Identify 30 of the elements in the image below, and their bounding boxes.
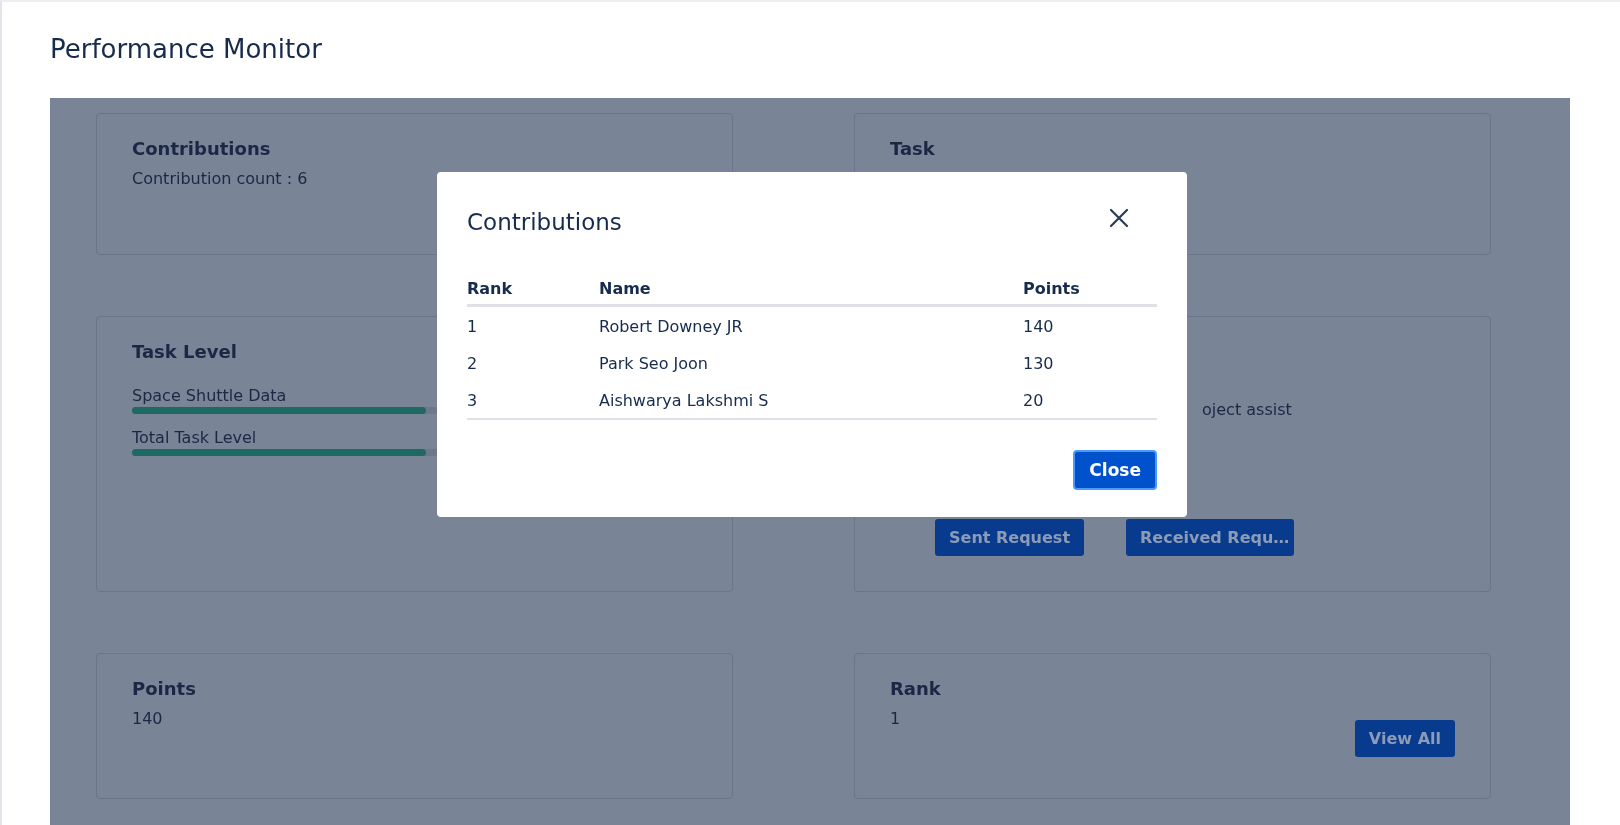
card-text: Contribution count : 6 [132,169,308,188]
card-text: 140 [132,709,163,728]
table-cell: 140 [1023,305,1157,344]
request-button[interactable]: Received Requ… [1126,519,1295,556]
table-cell: Robert Downey JR [599,305,1023,344]
close-button[interactable]: Close [1073,450,1157,490]
level-label: Total Task Level [132,428,257,447]
table-cell-text: 130 [1023,353,1055,375]
table-cell-text: Park Seo Joon [599,353,709,375]
card-text: 1 [890,709,901,728]
level-label: Space Shuttle Data [132,386,287,405]
card-title: Task [890,138,935,159]
card-title: Points [132,678,196,699]
card-title: Task Level [132,341,237,362]
column-header: Rank [467,275,599,306]
card-title: Contributions [132,138,271,159]
column-header: Points [1023,275,1157,306]
table-cell: 20 [1023,381,1157,419]
table-cell: Aishwarya Lakshmi S [599,381,1023,419]
close-icon[interactable] [1109,208,1129,228]
request-button[interactable]: Sent Request [935,519,1085,556]
card-title: Rank [890,678,941,699]
view-all-button[interactable]: View All [1354,720,1455,757]
page-title: Performance Monitor [49,33,323,66]
card-text: oject assist [1202,400,1292,419]
table-cell: 1 [467,305,599,344]
column-header: Name [599,275,1023,306]
table-cell: 3 [467,381,599,419]
table-cell-text: 2 [467,353,479,375]
modal-title: Contributions [467,209,622,235]
